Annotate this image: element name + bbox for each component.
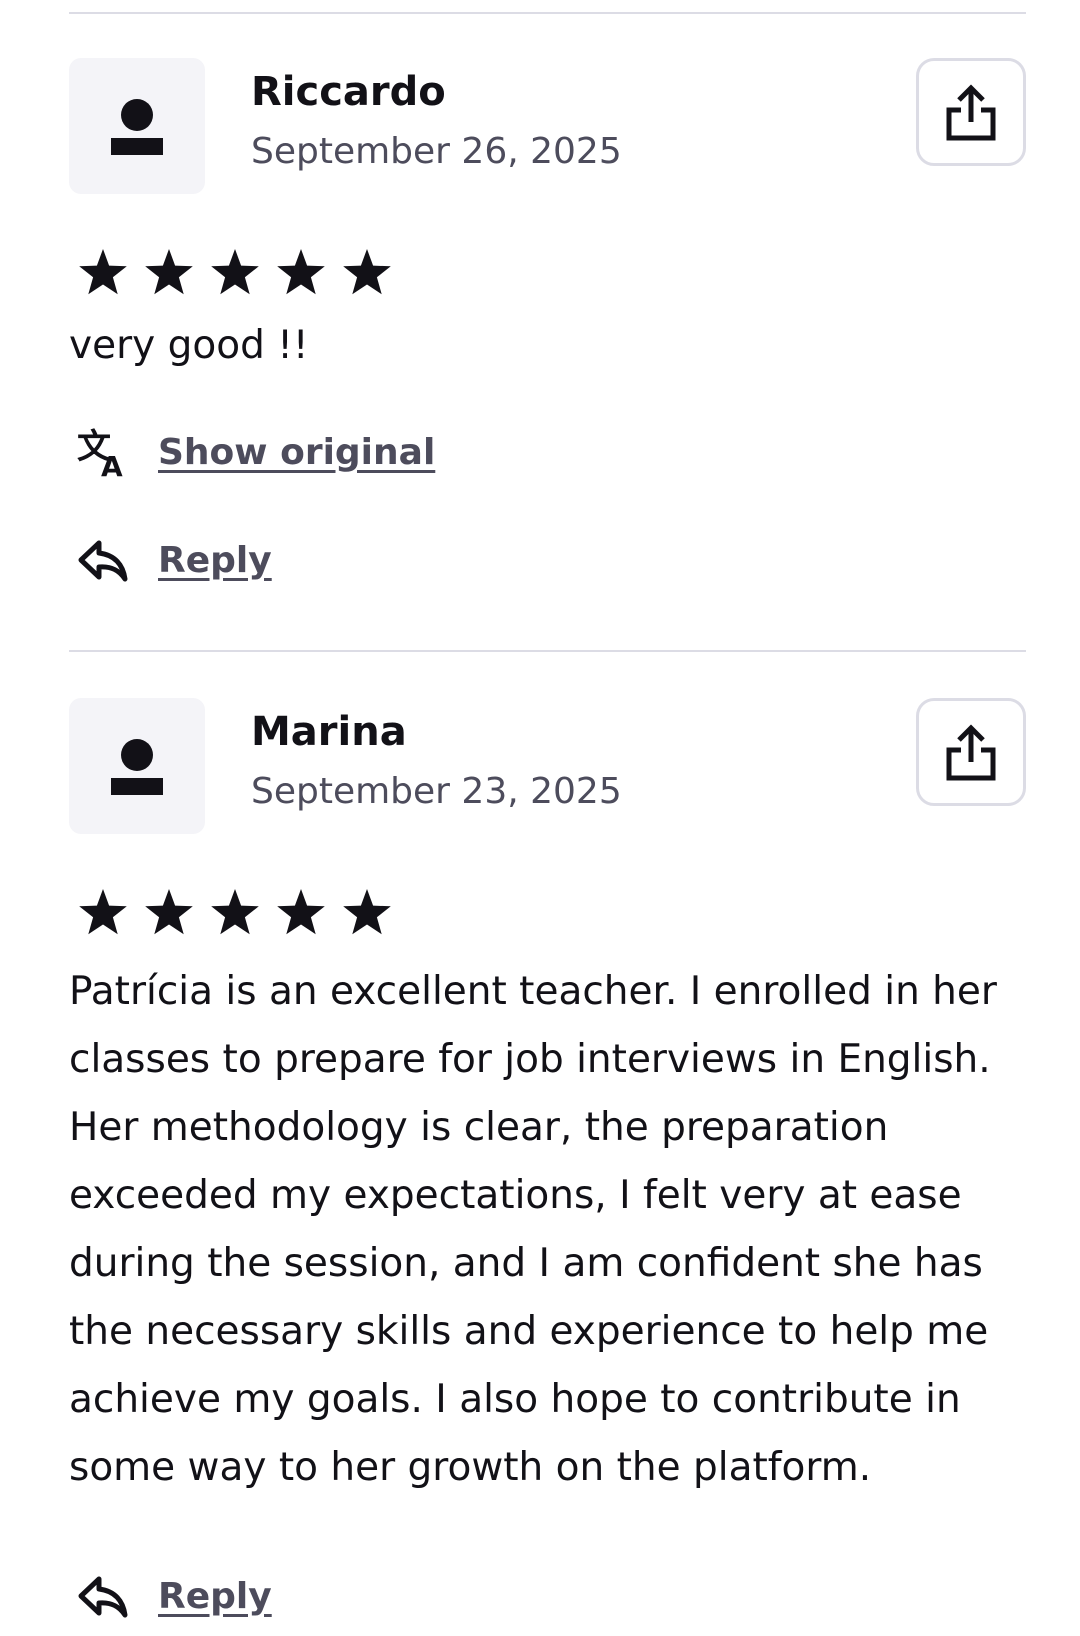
- star-icon: [341, 888, 393, 938]
- star-icon: [143, 888, 195, 938]
- share-button[interactable]: [916, 58, 1026, 166]
- share-icon: [946, 724, 996, 781]
- reply-row: Reply: [69, 530, 272, 590]
- avatar: [69, 58, 205, 194]
- user-icon: [111, 739, 163, 795]
- reply-arrow-icon: [69, 530, 135, 590]
- translate-row: 文 A Show original: [69, 422, 435, 482]
- review-divider: [69, 650, 1026, 652]
- star-icon: [77, 248, 129, 298]
- review-text: very good !!: [69, 323, 309, 368]
- star-icon: [275, 248, 327, 298]
- review-divider: [69, 12, 1026, 14]
- review-date: September 26, 2025: [251, 131, 622, 172]
- reviewer-name: Marina: [251, 709, 407, 755]
- star-icon: [143, 248, 195, 298]
- user-icon: [111, 99, 163, 155]
- reply-link[interactable]: Reply: [158, 1576, 272, 1617]
- share-icon: [946, 84, 996, 141]
- translate-icon: 文 A: [69, 422, 135, 482]
- review-date: September 23, 2025: [251, 771, 622, 812]
- avatar: [69, 698, 205, 834]
- reply-arrow-icon: [69, 1566, 135, 1626]
- review-card: Riccardo September 26, 2025 very good !!…: [69, 58, 1026, 618]
- review-card: Marina September 23, 2025 Patrícia is an…: [69, 698, 1026, 1636]
- star-icon: [275, 888, 327, 938]
- star-rating: [77, 248, 393, 298]
- star-icon: [77, 888, 129, 938]
- star-rating: [77, 888, 393, 938]
- show-original-link[interactable]: Show original: [158, 432, 435, 473]
- reviewer-name: Riccardo: [251, 69, 446, 115]
- share-button[interactable]: [916, 698, 1026, 806]
- star-icon: [209, 248, 261, 298]
- review-text: Patrícia is an excellent teacher. I enro…: [69, 969, 1010, 1490]
- star-icon: [209, 888, 261, 938]
- svg-text:A: A: [101, 450, 123, 478]
- reply-link[interactable]: Reply: [158, 540, 272, 581]
- star-icon: [341, 248, 393, 298]
- reply-row: Reply: [69, 1566, 272, 1626]
